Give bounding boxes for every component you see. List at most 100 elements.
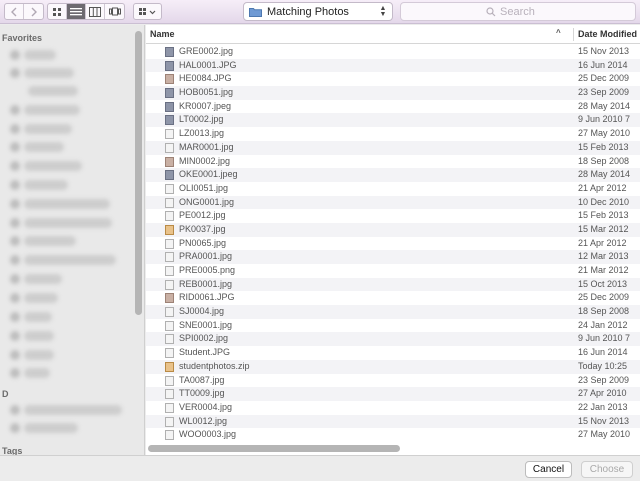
file-row[interactable]: studentphotos.zip Today 10:25 [146, 359, 640, 374]
location-popup[interactable]: Matching Photos ▲ ▼ [243, 2, 393, 21]
file-row[interactable]: HOB0051.jpg 23 Sep 2009 [146, 86, 640, 100]
file-date-modified: 27 Apr 2010 [578, 388, 627, 399]
file-row[interactable]: Student.JPG 16 Jun 2014 [146, 346, 640, 360]
file-row[interactable]: RID0061.JPG 25 Dec 2009 [146, 291, 640, 305]
file-row[interactable]: GRE0002.jpg 15 Nov 2013 [146, 45, 640, 59]
file-row[interactable]: LZ0013.jpg 27 May 2010 [146, 127, 640, 141]
arrange-button[interactable] [134, 4, 161, 19]
file-name: OKE0001.jpeg [179, 169, 238, 180]
file-date-modified: 18 Sep 2008 [578, 155, 630, 166]
file-name: PN0065.jpg [179, 237, 227, 248]
image-file-icon [165, 156, 174, 167]
list-view-button[interactable] [67, 4, 86, 19]
file-row[interactable]: MIN0002.jpg 18 Sep 2008 [146, 155, 640, 169]
file-name: GRE0002.jpg [179, 46, 234, 56]
name-column-header[interactable]: Name [150, 29, 175, 39]
image-file-icon [165, 334, 174, 345]
file-name: studentphotos.zip [179, 360, 250, 371]
file-row[interactable]: HAL0001.JPG 16 Jun 2014 [146, 58, 640, 73]
image-file-icon [165, 238, 174, 249]
file-row[interactable]: PE0012.jpg 15 Feb 2013 [146, 209, 640, 223]
file-row[interactable]: WOO0003.jpg 27 May 2010 [146, 428, 640, 442]
file-row[interactable]: OLI0051.jpg 21 Apr 2012 [146, 182, 640, 196]
file-name: MAR0001.jpg [179, 141, 234, 152]
file-row[interactable]: LT0002.jpg 9 Jun 2010 7 [146, 113, 640, 128]
file-name: TA0087.jpg [179, 374, 225, 385]
image-file-icon [165, 211, 174, 222]
file-date-modified: 15 Nov 2013 [578, 46, 630, 56]
file-date-modified: 28 May 2014 [578, 100, 631, 111]
search-input[interactable] [500, 5, 550, 18]
file-date-modified: 16 Jun 2014 [578, 347, 628, 358]
file-row[interactable]: KR0007.jpeg 28 May 2014 [146, 100, 640, 114]
file-name: KR0007.jpeg [179, 100, 232, 111]
horizontal-scrollbar[interactable] [148, 445, 400, 452]
image-file-icon [165, 197, 174, 208]
image-file-icon [165, 293, 174, 304]
file-date-modified: 22 Jan 2013 [578, 401, 628, 412]
image-file-icon [165, 266, 174, 276]
file-row[interactable]: TT0009.jpg 27 Apr 2010 [146, 387, 640, 401]
file-name: WOO0003.jpg [179, 429, 237, 440]
list-header: Name ^ Date Modified [146, 25, 640, 44]
file-row[interactable]: SNE0001.jpg 24 Jan 2012 [146, 319, 640, 333]
column-view-icon [89, 6, 101, 17]
chevron-left-icon [11, 7, 17, 16]
file-row[interactable]: HE0084.JPG 25 Dec 2009 [146, 72, 640, 86]
cover-flow-view-button[interactable] [105, 4, 124, 19]
file-row[interactable]: PRA0001.jpg 12 Mar 2013 [146, 250, 640, 264]
archive-file-icon [165, 361, 174, 372]
sort-ascending-icon[interactable]: ^ [556, 28, 561, 37]
image-file-icon [165, 430, 174, 441]
column-divider[interactable] [573, 28, 574, 41]
file-row[interactable]: PN0065.jpg 21 Apr 2012 [146, 237, 640, 251]
forward-button[interactable] [24, 4, 43, 19]
file-row[interactable]: TA0087.jpg 23 Sep 2009 [146, 374, 640, 388]
image-file-icon [165, 47, 174, 57]
image-file-icon [165, 60, 174, 71]
arrange-grid-icon [138, 7, 155, 15]
file-row[interactable]: WL0012.jpg 15 Nov 2013 [146, 414, 640, 429]
file-name: PRE0005.png [179, 265, 236, 275]
file-row[interactable]: OKE0001.jpeg 28 May 2014 [146, 168, 640, 182]
column-view-button[interactable] [86, 4, 105, 19]
file-name: Student.JPG [179, 347, 231, 358]
file-date-modified: 21 Mar 2012 [578, 265, 629, 275]
list-view-icon [70, 7, 82, 15]
file-name: HE0084.JPG [179, 73, 232, 84]
search-field[interactable] [400, 2, 636, 21]
file-row[interactable]: VER0004.jpg 22 Jan 2013 [146, 401, 640, 415]
file-row[interactable]: MAR0001.jpg 15 Feb 2013 [146, 140, 640, 155]
file-date-modified: 21 Apr 2012 [578, 237, 627, 248]
date-modified-column-header[interactable]: Date Modified [578, 29, 637, 39]
file-row[interactable]: PRE0005.png 21 Mar 2012 [146, 264, 640, 278]
file-date-modified: 15 Feb 2013 [578, 210, 629, 221]
file-date-modified: 27 May 2010 [578, 128, 631, 139]
image-file-icon [165, 389, 174, 400]
image-file-icon [165, 101, 174, 112]
file-date-modified: 27 May 2010 [578, 429, 631, 440]
file-date-modified: 15 Feb 2013 [578, 141, 629, 152]
file-row[interactable]: ONG0001.jpg 10 Dec 2010 [146, 195, 640, 210]
file-name: ONG0001.jpg [179, 196, 235, 207]
file-list: Name ^ Date Modified GRE0002.jpg 15 Nov 2… [146, 25, 640, 455]
choose-button[interactable]: Choose [581, 461, 633, 478]
image-file-icon [165, 252, 174, 263]
file-row[interactable]: PK0037.jpg 15 Mar 2012 [146, 222, 640, 237]
file-row[interactable]: SPI0002.jpg 9 Jun 2010 7 [146, 332, 640, 347]
icon-view-icon [53, 7, 61, 16]
image-file-icon [165, 129, 174, 140]
sidebar-scrollbar[interactable] [135, 31, 142, 315]
file-date-modified: 25 Dec 2009 [578, 292, 630, 303]
folder-icon [249, 7, 262, 17]
file-row[interactable]: SJ0004.jpg 18 Sep 2008 [146, 305, 640, 319]
file-row[interactable]: REB0001.jpg 15 Oct 2013 [146, 277, 640, 292]
image-file-icon [165, 183, 174, 194]
arrange-menu-button[interactable] [133, 3, 162, 20]
icon-view-button[interactable] [48, 4, 67, 19]
back-button[interactable] [5, 4, 24, 19]
cancel-button[interactable]: Cancel [525, 461, 572, 478]
file-rows: GRE0002.jpg 15 Nov 2013 HAL0001.JPG 16 Jun … [146, 45, 640, 442]
image-file-icon [165, 402, 174, 413]
file-date-modified: 23 Sep 2009 [578, 87, 630, 98]
